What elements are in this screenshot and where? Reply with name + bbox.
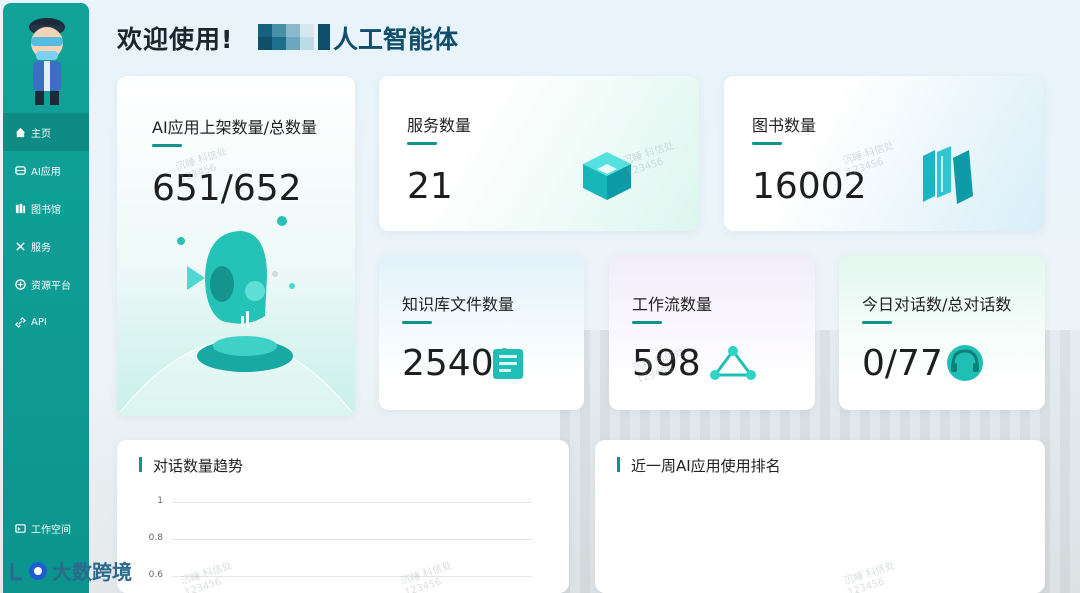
sidebar-item-label: 资源平台 xyxy=(31,280,71,292)
home-icon xyxy=(14,126,26,138)
card-label: 服务数量 xyxy=(407,116,472,135)
robot-illustration xyxy=(117,216,355,416)
watermark-line2: 123456 xyxy=(183,576,224,593)
sidebar-item-ai-apps[interactable]: AI应用 xyxy=(3,151,89,189)
headset-chat-icon xyxy=(947,345,983,381)
sidebar-item-label: 工作空间 xyxy=(31,524,71,536)
panel-title: 对话数量趋势 xyxy=(139,455,243,476)
service-icon xyxy=(14,240,26,252)
sidebar-item-workspace[interactable]: 工作空间 xyxy=(3,509,89,547)
card-label: 今日对话数/总对话数 xyxy=(862,295,1012,314)
watermark-line2: 123456 xyxy=(403,576,444,593)
sidebar-item-label: API xyxy=(31,316,47,328)
card-workflows[interactable]: 工作流数量 598 沉睡 科信处 123456 xyxy=(609,255,815,410)
workflow-triangle-icon xyxy=(710,346,756,380)
card-kb-files[interactable]: 知识库文件数量 25409 xyxy=(379,255,584,410)
brand-title: 人工智能体 xyxy=(333,25,459,54)
sidebar-item-api[interactable]: API xyxy=(3,303,89,341)
sidebar-item-home[interactable]: 主页 xyxy=(3,113,89,151)
y-tick-label: 0.8 xyxy=(148,533,163,543)
police-mascot-avatar xyxy=(29,18,65,105)
sidebar-item-label: AI应用 xyxy=(31,166,61,178)
sidebar-item-label: 图书馆 xyxy=(31,204,61,216)
card-label: 图书数量 xyxy=(752,116,817,135)
terminal-icon xyxy=(14,522,26,534)
watermark-line1: 沉睡 科信处 xyxy=(842,560,897,588)
card-accent-bar xyxy=(407,142,437,145)
gridline xyxy=(172,576,532,577)
sidebar-bottom: 工作空间 xyxy=(3,509,89,547)
card-label: 工作流数量 xyxy=(632,295,713,314)
card-label: 知识库文件数量 xyxy=(402,295,515,314)
sidebar: 主页 AI应用 图书馆 服务 资源平台 API 工作空间 xyxy=(3,3,89,593)
card-ai-apps[interactable]: AI应用上架数量/总数量 651/652 沉睡 科信处 123456 xyxy=(117,76,355,416)
card-dialogs[interactable]: 今日对话数/总对话数 0/77 xyxy=(839,255,1045,410)
sidebar-item-services[interactable]: 服务 xyxy=(3,227,89,265)
panel-title: 近一周AI应用使用排名 xyxy=(617,455,781,476)
app-icon xyxy=(14,164,26,176)
logo-icon xyxy=(10,561,47,580)
sidebar-item-label: 主页 xyxy=(31,128,51,140)
library-icon xyxy=(14,202,26,214)
books-icon xyxy=(923,146,973,204)
card-value: 16002 xyxy=(752,166,867,207)
card-label: AI应用上架数量/总数量 xyxy=(152,118,318,137)
watermark-line2: 123456 xyxy=(846,576,887,593)
cube-icon xyxy=(583,152,631,200)
footer-logo: 大数跨境 xyxy=(8,556,132,585)
footer-logo-text: 大数跨境 xyxy=(52,560,132,584)
sidebar-item-label: 服务 xyxy=(31,242,51,254)
gridline xyxy=(172,539,532,540)
redacted-mosaic xyxy=(258,24,330,50)
y-tick-label: 0.6 xyxy=(148,570,163,580)
resource-icon xyxy=(14,278,26,290)
gridline xyxy=(172,502,532,503)
panel-dialog-trend: 对话数量趋势 1 0.8 0.6 沉睡 科信处 123456 沉睡 科信处 1234… xyxy=(117,440,569,593)
watermark-line1: 沉睡 科信处 xyxy=(399,560,454,588)
file-database-icon xyxy=(493,349,523,379)
card-value: 21 xyxy=(407,166,453,207)
api-icon xyxy=(14,316,26,328)
watermark: 沉睡 科信处 123456 xyxy=(843,560,901,593)
welcome-title: 欢迎使用! xyxy=(117,25,234,54)
sidebar-item-library[interactable]: 图书馆 xyxy=(3,189,89,227)
watermark-line1: 沉睡 科信处 xyxy=(179,560,234,588)
watermark-line1: 沉睡 科信处 xyxy=(841,140,896,168)
card-services[interactable]: 服务数量 21 沉睡 科信处 123456 xyxy=(379,76,699,231)
card-accent-bar xyxy=(152,144,182,147)
sidebar-nav: 主页 AI应用 图书馆 服务 资源平台 API xyxy=(3,113,89,341)
card-value: 0/77 xyxy=(862,343,943,384)
card-books[interactable]: 图书数量 16002 沉睡 科信处 123456 xyxy=(724,76,1044,231)
card-value: 598 xyxy=(632,343,701,384)
card-accent-bar xyxy=(632,321,662,324)
card-accent-bar xyxy=(752,142,782,145)
card-accent-bar xyxy=(862,321,892,324)
card-value: 651/652 xyxy=(152,168,302,209)
y-tick-label: 1 xyxy=(157,496,163,506)
sidebar-item-resources[interactable]: 资源平台 xyxy=(3,265,89,303)
panel-app-ranking: 近一周AI应用使用排名 沉睡 科信处 123456 xyxy=(595,440,1045,593)
card-accent-bar xyxy=(402,321,432,324)
